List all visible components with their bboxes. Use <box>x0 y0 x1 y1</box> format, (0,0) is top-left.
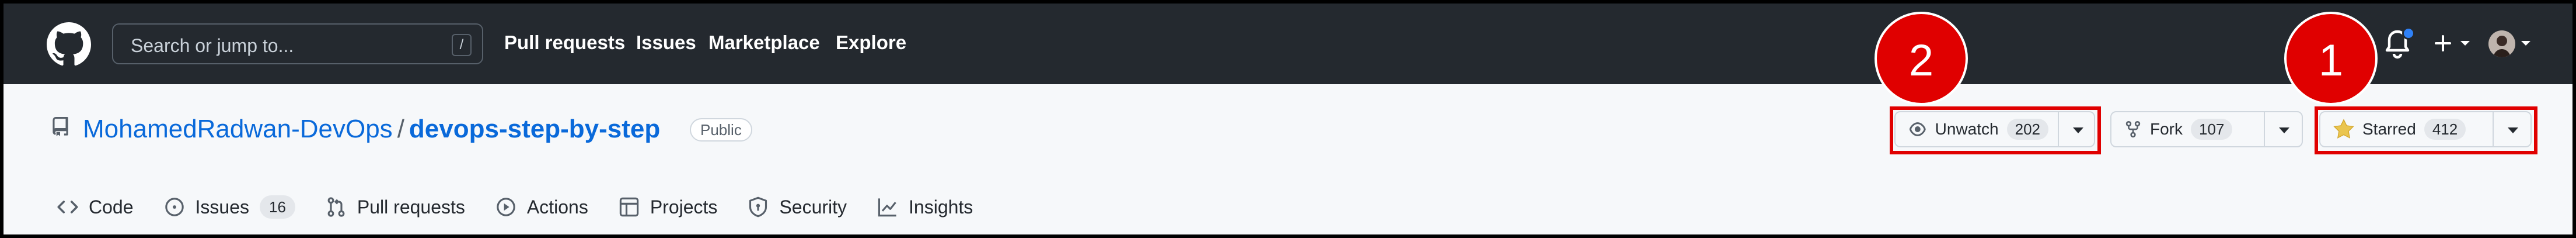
starred-label: Starred <box>2362 120 2416 138</box>
tab-code-label: Code <box>89 196 134 218</box>
pull-request-icon <box>327 197 345 217</box>
star-dropdown-button[interactable] <box>2494 112 2530 146</box>
watch-button-group: Unwatch 202 <box>1894 111 2095 147</box>
watch-count: 202 <box>2006 119 2048 140</box>
github-logo-icon[interactable] <box>47 22 91 67</box>
caret-down-icon <box>2278 127 2289 133</box>
create-new-menu[interactable] <box>2431 27 2474 60</box>
repository-header: MohamedRadwan-DevOps / devops-step-by-step… <box>4 84 2572 238</box>
tab-issues[interactable]: Issues 16 <box>164 195 295 219</box>
fork-dropdown-button[interactable] <box>2265 112 2302 146</box>
tab-actions[interactable]: Actions <box>495 196 588 218</box>
unwatch-label: Unwatch <box>1935 120 1999 138</box>
repository-tabs: Code Issues 16 Pull requests Actions Pro… <box>57 189 1003 225</box>
nav-pull-requests[interactable]: Pull requests <box>504 32 625 54</box>
callout-2: 2 <box>1875 12 1968 105</box>
caret-down-icon <box>2073 127 2083 133</box>
issue-icon <box>165 198 184 216</box>
star-count: 412 <box>2424 119 2466 140</box>
nav-issues[interactable]: Issues <box>636 32 696 54</box>
nav-explore[interactable]: Explore <box>836 32 906 54</box>
code-icon <box>57 201 78 213</box>
global-header: Search or jump to... / Pull requests Iss… <box>4 4 2572 84</box>
tab-projects-label: Projects <box>650 196 718 218</box>
graph-icon <box>878 198 896 217</box>
play-icon <box>497 198 515 216</box>
unread-notification-dot <box>2402 27 2415 40</box>
plus-icon <box>2435 35 2451 51</box>
tab-code[interactable]: Code <box>57 196 134 218</box>
unwatch-button[interactable]: Unwatch 202 <box>1896 112 2059 146</box>
tab-security[interactable]: Security <box>748 196 847 218</box>
tab-insights-label: Insights <box>909 196 973 218</box>
issues-count: 16 <box>259 195 295 219</box>
callout-1: 1 <box>2284 12 2378 105</box>
caret-down-icon <box>2507 127 2518 133</box>
fork-button[interactable]: Fork 107 <box>2111 112 2265 146</box>
fork-label: Fork <box>2150 120 2183 138</box>
user-photo-icon <box>2488 30 2515 57</box>
search-shortcut-key: / <box>452 34 472 56</box>
tab-projects[interactable]: Projects <box>619 196 718 218</box>
tab-security-label: Security <box>779 196 847 218</box>
search-input[interactable]: Search or jump to... / <box>112 23 483 64</box>
screenshot-frame: Search or jump to... / Pull requests Iss… <box>0 0 2576 238</box>
repo-name-link[interactable]: devops-step-by-step <box>409 115 660 143</box>
shield-icon <box>749 196 767 218</box>
repo-path-separator: / <box>397 115 404 143</box>
star-button-group: Starred 412 <box>2319 111 2532 147</box>
chevron-down-icon <box>2460 41 2470 46</box>
table-icon <box>619 197 639 217</box>
user-menu[interactable] <box>2488 27 2539 60</box>
fork-icon <box>2125 120 2141 138</box>
search-placeholder: Search or jump to... <box>131 35 294 56</box>
tab-pull-requests-label: Pull requests <box>357 196 465 218</box>
tab-actions-label: Actions <box>526 196 588 218</box>
star-icon <box>2333 119 2354 139</box>
repository-title: MohamedRadwan-DevOps / devops-step-by-step <box>83 115 660 144</box>
repo-owner-link[interactable]: MohamedRadwan-DevOps <box>83 115 393 143</box>
fork-button-group: Fork 107 <box>2110 111 2303 147</box>
repo-icon <box>53 117 68 136</box>
visibility-badge: Public <box>690 118 752 142</box>
fork-count: 107 <box>2191 119 2233 140</box>
tab-issues-label: Issues <box>195 196 249 218</box>
chevron-down-icon <box>2521 41 2530 46</box>
avatar <box>2488 30 2515 57</box>
active-tab-indicator <box>47 235 147 238</box>
watch-dropdown-button[interactable] <box>2059 112 2094 146</box>
eye-icon <box>1909 122 1926 136</box>
tab-insights[interactable]: Insights <box>877 196 973 218</box>
tab-pull-requests[interactable]: Pull requests <box>326 196 465 218</box>
starred-button[interactable]: Starred 412 <box>2320 112 2494 146</box>
nav-marketplace[interactable]: Marketplace <box>708 32 820 54</box>
